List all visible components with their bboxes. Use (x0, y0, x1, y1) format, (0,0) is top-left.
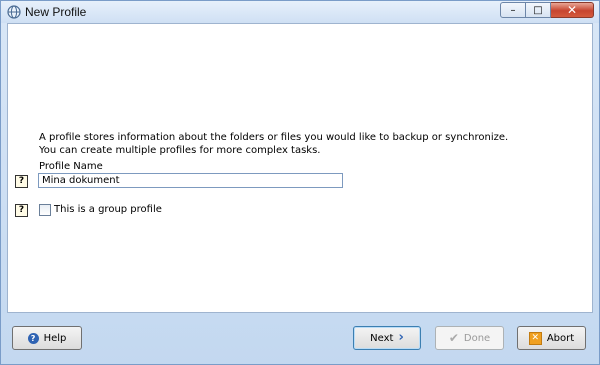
help-button[interactable]: ? Help (12, 326, 82, 350)
done-button-label: Done (463, 332, 491, 344)
minimize-icon: – (510, 4, 516, 16)
checkmark-icon: ✔ (448, 331, 459, 345)
close-button[interactable]: ✕ (551, 2, 594, 18)
group-profile-label: This is a group profile (54, 204, 162, 215)
profile-name-help-icon[interactable]: ? (15, 175, 28, 188)
new-profile-window: New Profile – □ ✕ A profile stores infor… (0, 0, 600, 365)
group-profile-help-icon[interactable]: ? (15, 204, 28, 217)
intro-line-2: You can create multiple profiles for mor… (39, 145, 321, 156)
help-icon: ? (27, 332, 39, 344)
window-title: New Profile (25, 5, 87, 19)
group-profile-checkbox[interactable] (39, 204, 51, 216)
abort-button-label: Abort (546, 332, 575, 344)
abort-button[interactable]: ✕ Abort (517, 326, 586, 350)
done-button[interactable]: ✔ Done (435, 326, 504, 350)
sync-globe-icon (7, 5, 21, 19)
intro-text: A profile stores information about the f… (39, 131, 508, 157)
profile-name-label: Profile Name (39, 161, 103, 172)
maximize-button[interactable]: □ (526, 2, 551, 18)
close-icon: ✕ (566, 3, 578, 17)
next-button-label: Next (370, 332, 394, 344)
next-button[interactable]: Next › (353, 326, 421, 350)
chevron-right-icon: › (398, 330, 404, 345)
abort-x-icon: ✕ (528, 331, 542, 345)
minimize-button[interactable]: – (500, 2, 526, 18)
maximize-icon: □ (533, 4, 543, 16)
title-bar[interactable]: New Profile – □ ✕ (1, 1, 599, 23)
help-button-label: Help (43, 332, 67, 344)
wizard-content: A profile stores information about the f… (7, 23, 593, 313)
intro-line-1: A profile stores information about the f… (39, 132, 509, 143)
profile-name-input[interactable] (38, 173, 343, 188)
window-controls: – □ ✕ (500, 2, 594, 20)
